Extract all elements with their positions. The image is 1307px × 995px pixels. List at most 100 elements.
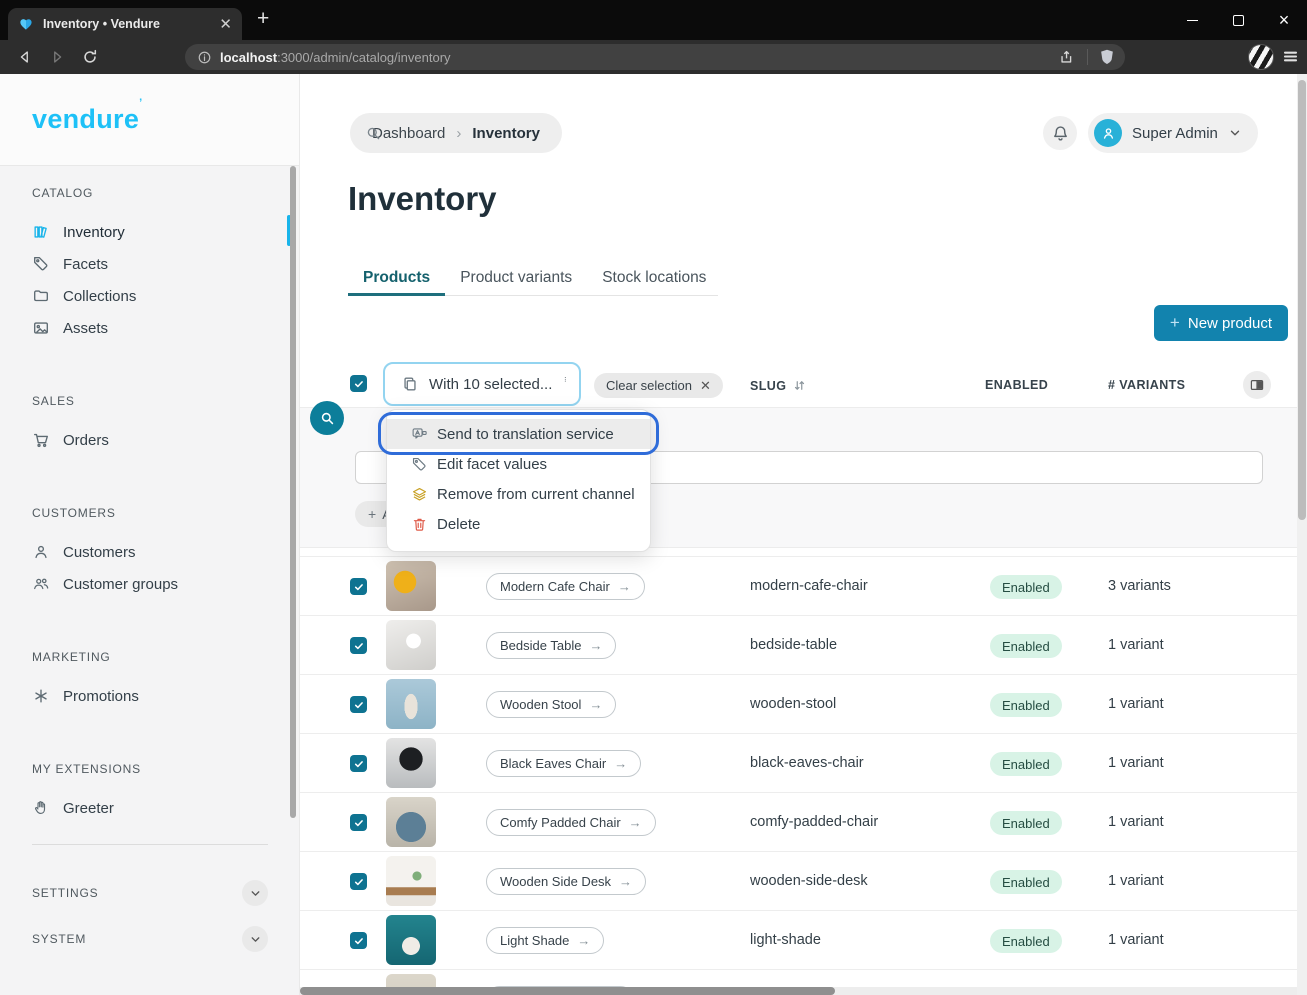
browser-menu-icon[interactable] [1282,48,1299,65]
vertical-scrollbar-thumb[interactable] [1298,80,1306,520]
kebab-menu-icon [562,376,569,392]
row-checkbox[interactable] [350,755,367,772]
menu-item-delete[interactable]: Delete [387,509,650,539]
layers-icon [411,486,428,503]
variant-count: 1 variant [1108,637,1164,653]
sidebar-item-greeter[interactable]: Greeter [32,792,299,824]
tab-product-variants[interactable]: Product variants [445,260,587,295]
product-slug: comfy-padded-chair [750,814,878,830]
chevron-down-icon[interactable] [242,880,268,906]
with-selected-label: With 10 selected... [429,376,552,393]
user-menu[interactable]: Super Admin [1088,113,1258,153]
column-header-slug[interactable]: SLUG [750,378,807,393]
table-row[interactable]: Black Eaves Chair→ black-eaves-chair Ena… [300,734,1297,793]
brave-shield-icon[interactable] [1098,48,1116,66]
column-header-enabled[interactable]: ENABLED [985,378,1048,392]
product-name-link[interactable]: Bedside Table→ [486,632,616,659]
sidebar-section-settings[interactable]: SETTINGS [32,871,268,915]
notifications-button[interactable] [1043,116,1077,150]
vertical-scrollbar[interactable] [1297,74,1307,995]
browser-tab[interactable]: Inventory • Vendure ✕ [8,8,242,40]
share-icon[interactable] [1058,48,1076,66]
site-info-icon[interactable] [197,50,212,65]
tab-close-icon[interactable]: ✕ [219,15,232,33]
table-row[interactable]: Modern Cafe Chair→ modern-cafe-chair Ena… [300,557,1297,616]
table-row[interactable]: Wooden Side Desk→ wooden-side-desk Enabl… [300,852,1297,911]
table-row[interactable]: Wooden Stool→ wooden-stool Enabled 1 var… [300,675,1297,734]
browser-profile-avatar[interactable] [1248,44,1274,70]
sidebar-item-assets[interactable]: Assets [32,312,299,344]
nav-section-sales: SALES Orders [32,394,299,456]
page-tabs: Products Product variants Stock location… [348,260,718,296]
sidebar-item-inventory[interactable]: Inventory [32,216,299,248]
new-product-button[interactable]: + New product [1154,305,1288,341]
sort-icon[interactable] [792,378,807,393]
menu-item-remove-from-channel[interactable]: Remove from current channel [387,479,650,509]
sidebar-section-system[interactable]: SYSTEM [32,917,268,961]
chevron-down-icon[interactable] [242,926,268,952]
variant-count: 1 variant [1108,873,1164,889]
back-icon[interactable] [16,48,34,66]
product-thumbnail [386,856,436,906]
table-row[interactable]: Comfy Padded Chair→ comfy-padded-chair E… [300,793,1297,852]
product-name-link[interactable]: Light Shade→ [486,927,604,954]
column-settings-button[interactable] [1243,371,1271,399]
row-checkbox[interactable] [350,873,367,890]
section-label-my-extensions: MY EXTENSIONS [32,762,299,776]
row-checkbox[interactable] [350,578,367,595]
sidebar-item-customer-groups[interactable]: Customer groups [32,568,299,600]
product-slug: wooden-stool [750,696,836,712]
menu-item-edit-facet-values[interactable]: Edit facet values [387,449,650,479]
window-close-button[interactable]: × [1261,0,1307,40]
new-tab-button[interactable]: + [257,7,269,31]
arrow-right-icon: → [589,697,602,712]
tab-stock-locations[interactable]: Stock locations [587,260,721,295]
reload-icon[interactable] [81,48,99,66]
nav-section-marketing: MARKETING Promotions [32,650,299,712]
sidebar-item-orders[interactable]: Orders [32,424,299,456]
close-icon[interactable]: ✕ [700,378,711,394]
sidebar-item-collections[interactable]: Collections [32,280,299,312]
window-maximize-button[interactable] [1215,0,1261,40]
sidebar-item-customers[interactable]: Customers [32,536,299,568]
sidebar-scrollbar[interactable] [290,166,296,818]
menu-item-send-to-translation[interactable]: Send to translation service [387,419,650,449]
clear-selection-chip[interactable]: Clear selection ✕ [594,373,723,398]
product-thumbnail [386,797,436,847]
image-icon [32,319,50,337]
select-all-checkbox[interactable] [350,375,367,392]
sidebar-item-promotions[interactable]: Promotions [32,680,299,712]
row-checkbox[interactable] [350,932,367,949]
with-selected-button[interactable]: With 10 selected... [383,362,581,406]
product-thumbnail [386,915,436,965]
table-row[interactable]: Bedside Table→ bedside-table Enabled 1 v… [300,616,1297,675]
section-label-settings: SETTINGS [32,886,98,900]
horizontal-scrollbar[interactable] [300,987,1297,995]
tab-products[interactable]: Products [348,260,445,295]
list-header: With 10 selected... Clear selection ✕ SL… [300,362,1297,407]
translate-icon [411,426,428,443]
url-bar[interactable]: localhost:3000/admin/catalog/inventory [185,44,1125,70]
window-minimize-button[interactable] [1169,0,1215,40]
sidebar-item-label: Customers [63,544,136,561]
product-name-link[interactable]: Wooden Side Desk→ [486,868,646,895]
row-checkbox[interactable] [350,637,367,654]
product-name-link[interactable]: Comfy Padded Chair→ [486,809,656,836]
row-checkbox[interactable] [350,814,367,831]
product-name-link[interactable]: Modern Cafe Chair→ [486,573,645,600]
forward-icon[interactable] [48,48,66,66]
row-checkbox[interactable] [350,696,367,713]
section-label-sales: SALES [32,394,299,408]
plus-icon: + [1170,313,1180,333]
page-title: Inventory [348,180,497,218]
search-toggle-button[interactable] [310,401,344,435]
product-name-link[interactable]: Wooden Stool→ [486,691,616,718]
table-row[interactable]: Light Shade→ light-shade Enabled 1 varia… [300,911,1297,970]
sidebar-item-facets[interactable]: Facets [32,248,299,280]
product-name-link[interactable]: Black Eaves Chair→ [486,750,641,777]
horizontal-scrollbar-thumb[interactable] [300,987,835,995]
column-header-variants[interactable]: # VARIANTS [1108,378,1185,392]
breadcrumb-dashboard-link[interactable]: Dashboard [372,125,445,142]
copy-icon [401,375,419,393]
vendure-logo: vendure’ [32,104,143,135]
